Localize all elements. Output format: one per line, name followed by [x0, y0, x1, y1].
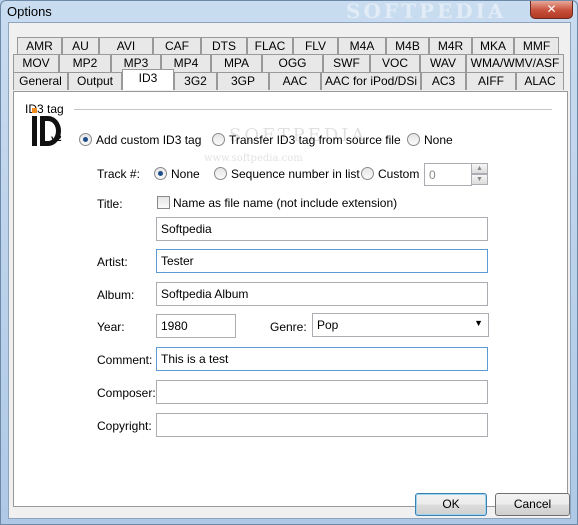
tab-ogg[interactable]: OGG: [262, 54, 323, 72]
tab-aiff[interactable]: AIFF: [466, 72, 516, 90]
composer-label: Composer:: [97, 386, 156, 400]
tab-ac3[interactable]: AC3: [421, 72, 466, 90]
year-input[interactable]: 1980: [156, 314, 236, 338]
tab-swf[interactable]: SWF: [323, 54, 370, 72]
cancel-button[interactable]: Cancel: [495, 493, 570, 516]
id3-logo-sub: v2: [51, 134, 62, 143]
track-custom-input[interactable]: 0: [424, 163, 472, 186]
tab-amr[interactable]: AMR: [17, 37, 62, 55]
tab-aac[interactable]: AAC: [269, 72, 321, 90]
radio-add-custom[interactable]: [79, 133, 92, 146]
name-as-file-label[interactable]: Name as file name (not include extension…: [173, 196, 397, 210]
tab-au[interactable]: AU: [62, 37, 99, 55]
radio-add-custom-label[interactable]: Add custom ID3 tag: [96, 133, 201, 147]
year-label: Year:: [97, 320, 125, 334]
tab-aac-ipod-dsi[interactable]: AAC for iPod/DSi: [321, 72, 421, 90]
artist-label: Artist:: [97, 255, 128, 269]
radio-track-none[interactable]: [154, 167, 167, 180]
radio-track-sequence-label[interactable]: Sequence number in list: [231, 167, 360, 181]
tab-alac[interactable]: ALAC: [516, 72, 564, 90]
comment-input[interactable]: This is a test: [156, 347, 488, 371]
tab-m4a[interactable]: M4A: [338, 37, 386, 55]
tab-id3[interactable]: ID3: [122, 69, 174, 90]
tab-3gp[interactable]: 3GP: [217, 72, 269, 90]
title-input[interactable]: Softpedia: [156, 217, 488, 241]
radio-transfer-label[interactable]: Transfer ID3 tag from source file: [229, 133, 401, 147]
tab-mka[interactable]: MKA: [472, 37, 514, 55]
genre-select-value: Pop: [317, 318, 339, 332]
tab-m4r[interactable]: M4R: [429, 37, 472, 55]
chevron-down-icon: ▼: [474, 318, 483, 328]
ok-button[interactable]: OK: [415, 493, 487, 516]
tab-output[interactable]: Output: [68, 72, 122, 90]
tab-flac[interactable]: FLAC: [247, 37, 293, 55]
radio-track-custom[interactable]: [361, 167, 374, 180]
tab-wav[interactable]: WAV: [420, 54, 466, 72]
track-label: Track #:: [97, 167, 140, 181]
radio-transfer[interactable]: [212, 133, 225, 146]
watermark-url: www.softpedia.com: [204, 153, 303, 164]
group-divider: [74, 109, 552, 110]
radio-track-custom-label[interactable]: Custom: [378, 167, 419, 181]
radio-mode-none-label[interactable]: None: [424, 133, 453, 147]
window-title: Options: [7, 4, 52, 19]
comment-label: Comment:: [97, 353, 153, 367]
options-window: Options SOFTPEDIA ✕ AMR AU AVI CAF DTS F…: [0, 0, 578, 525]
close-icon: ✕: [546, 2, 557, 16]
radio-track-none-label[interactable]: None: [171, 167, 200, 181]
id3-logo-icon: v2: [32, 108, 62, 146]
title-bar[interactable]: Options SOFTPEDIA ✕: [1, 0, 577, 23]
tab-mmf[interactable]: MMF: [514, 37, 559, 55]
close-button[interactable]: ✕: [530, 1, 573, 19]
tab-avi[interactable]: AVI: [99, 37, 153, 55]
copyright-label: Copyright:: [97, 419, 152, 433]
radio-mode-none[interactable]: [407, 133, 420, 146]
tab-voc[interactable]: VOC: [370, 54, 420, 72]
tab-mpa[interactable]: MPA: [211, 54, 262, 72]
watermark: SOFTPEDIA: [346, 0, 507, 23]
composer-input[interactable]: [156, 380, 488, 404]
album-label: Album:: [97, 288, 135, 302]
radio-track-sequence[interactable]: [214, 167, 227, 180]
name-as-file-checkbox[interactable]: [157, 196, 170, 209]
spin-up-icon[interactable]: ▲: [471, 163, 488, 174]
genre-select[interactable]: Pop ▼: [312, 313, 489, 337]
tab-mov[interactable]: MOV: [13, 54, 59, 72]
tab-general[interactable]: General: [13, 72, 68, 90]
tab-m4b[interactable]: M4B: [386, 37, 429, 55]
album-input[interactable]: Softpedia Album: [156, 282, 488, 306]
tab-mp2[interactable]: MP2: [59, 54, 111, 72]
artist-input[interactable]: Tester: [156, 249, 488, 273]
tab-dts[interactable]: DTS: [201, 37, 247, 55]
tab-3g2[interactable]: 3G2: [174, 72, 217, 90]
title-label: Title:: [97, 197, 123, 211]
tab-caf[interactable]: CAF: [153, 37, 201, 55]
genre-label: Genre:: [270, 320, 307, 334]
tab-wma-wmv-asf[interactable]: WMA/WMV/ASF: [466, 54, 564, 72]
tab-flv[interactable]: FLV: [293, 37, 338, 55]
copyright-input[interactable]: [156, 413, 488, 437]
spin-down-icon[interactable]: ▼: [471, 174, 488, 185]
